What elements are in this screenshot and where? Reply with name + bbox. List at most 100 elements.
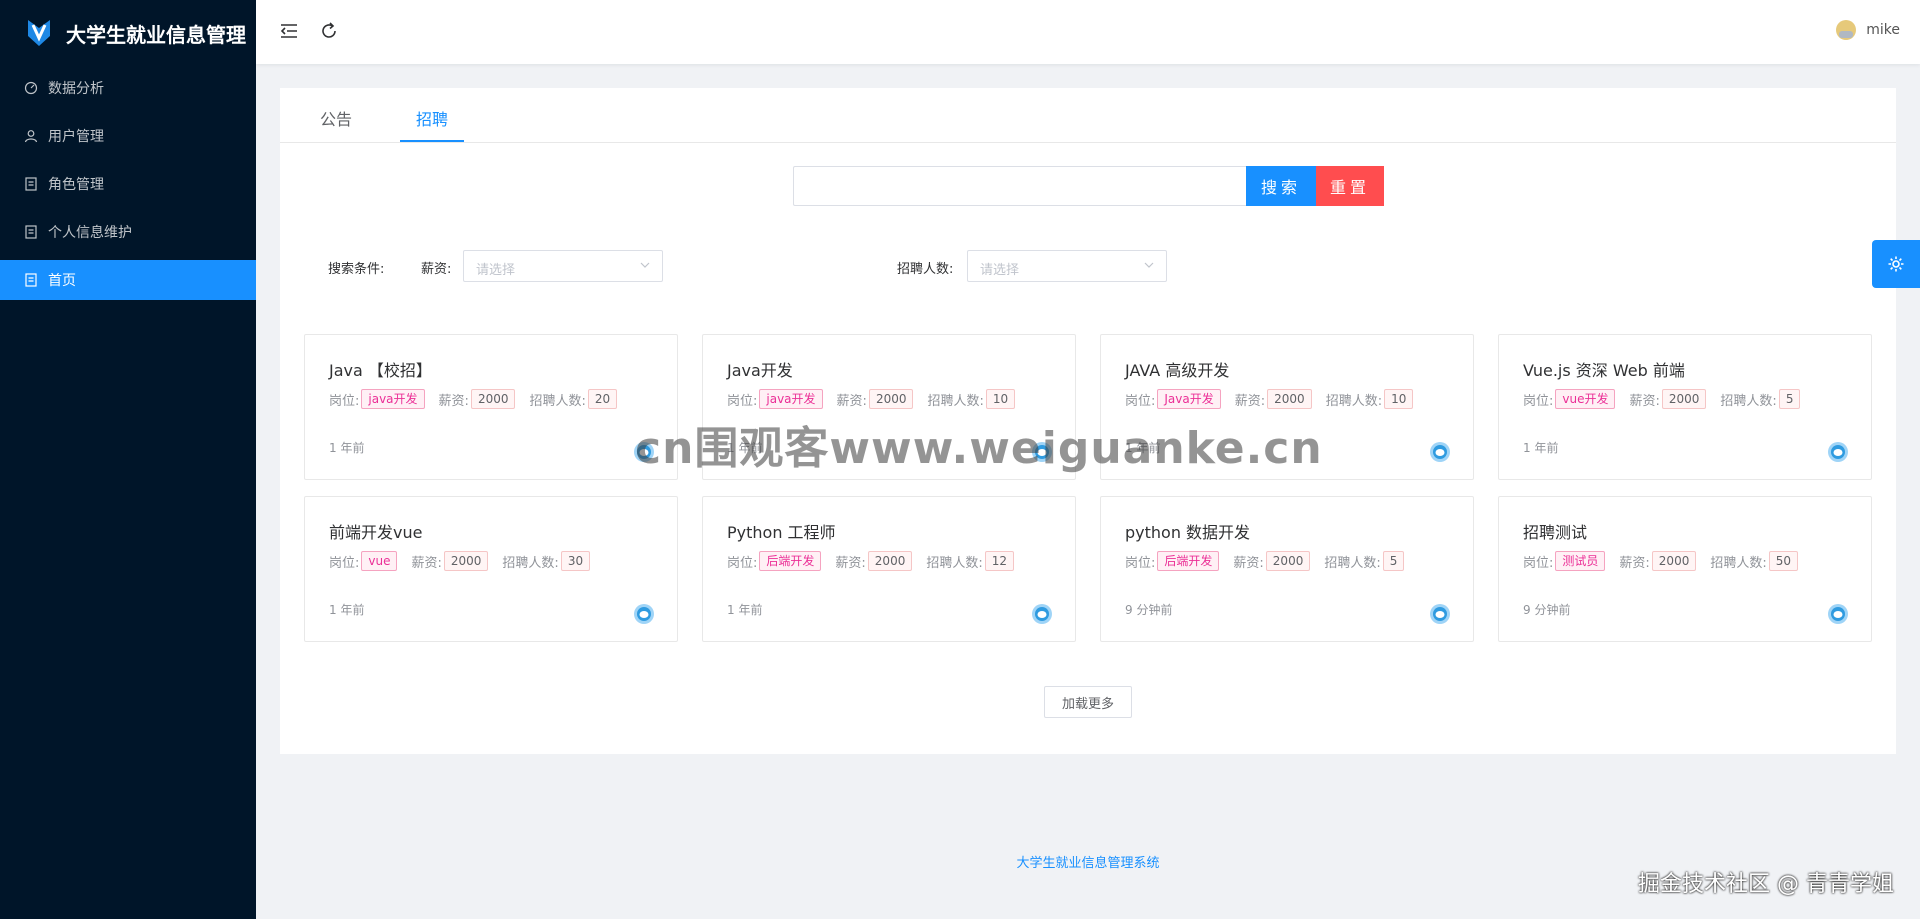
sidebar-menu: 数据分析 用户管理 角色管理 个人信息维护 首页 bbox=[0, 68, 256, 300]
tab-active-indicator bbox=[400, 140, 464, 142]
job-title[interactable]: Vue.js 资深 Web 前端 bbox=[1523, 357, 1847, 381]
job-meta: 岗位: java开发 薪资: 2000 招聘人数: 10 bbox=[727, 389, 1051, 409]
tab-announcement[interactable]: 公告 bbox=[320, 106, 352, 130]
job-meta: 岗位: Java开发 薪资: 2000 招聘人数: 10 bbox=[1125, 389, 1449, 409]
post-time: 1 年前 bbox=[329, 603, 365, 617]
dashboard-icon bbox=[24, 81, 38, 95]
post-time: 9 分钟前 bbox=[1523, 603, 1571, 617]
salary-select-placeholder: 请选择 bbox=[476, 263, 516, 278]
salary-label: 薪资: bbox=[835, 555, 866, 571]
count-label: 招聘人数: bbox=[1720, 393, 1777, 409]
sidebar-item-label: 个人信息维护 bbox=[48, 225, 132, 241]
salary-label: 薪资: bbox=[836, 393, 867, 409]
position-tag: java开发 bbox=[759, 389, 823, 409]
company-avatar-icon bbox=[1828, 604, 1848, 624]
position-tag: vue开发 bbox=[1555, 389, 1616, 409]
count-label: 招聘人数: bbox=[927, 393, 984, 409]
user-icon bbox=[24, 129, 38, 143]
position-tag: Java开发 bbox=[1157, 389, 1221, 409]
sidebar-item-role-management[interactable]: 角色管理 bbox=[0, 164, 256, 204]
count-select[interactable]: 请选择 bbox=[967, 250, 1167, 282]
chevron-down-icon bbox=[1144, 262, 1154, 268]
salary-label: 薪资: bbox=[1233, 555, 1264, 571]
settings-button[interactable] bbox=[1872, 240, 1920, 288]
job-title[interactable]: 前端开发vue bbox=[329, 519, 653, 543]
salary-label: 薪资: bbox=[1234, 393, 1266, 409]
sidebar-item-home[interactable]: 首页 bbox=[0, 260, 256, 300]
position-tag: java开发 bbox=[361, 389, 425, 409]
chevron-down-icon bbox=[640, 262, 650, 268]
job-card[interactable]: 招聘测试 岗位: 测试员 薪资: 2000 招聘人数: 50 9 分钟前 bbox=[1498, 496, 1872, 642]
sidebar-item-user-management[interactable]: 用户管理 bbox=[0, 116, 256, 156]
search-input[interactable] bbox=[793, 166, 1246, 206]
post-time: 9 分钟前 bbox=[1125, 603, 1173, 617]
job-card[interactable]: python 数据开发岗位: 后端开发 薪资: 2000 招聘人数: 5 9 分钟前 bbox=[1100, 496, 1474, 642]
position-label: 岗位: bbox=[727, 555, 758, 571]
salary-tag: 2000 bbox=[1651, 551, 1697, 571]
count-tag: 20 bbox=[587, 389, 618, 409]
job-meta: 岗位: 后端开发 薪资: 2000 招聘人数: 12 bbox=[727, 551, 1051, 571]
sidebar-item-label: 首页 bbox=[48, 273, 76, 289]
logo-icon bbox=[28, 20, 50, 46]
salary-label: 薪资: bbox=[438, 393, 469, 409]
menu-fold-icon[interactable] bbox=[278, 20, 300, 42]
tab-bar: 公告 招聘 bbox=[280, 88, 1896, 143]
position-label: 岗位: bbox=[1523, 393, 1554, 409]
job-card[interactable]: Vue.js 资深 Web 前端 岗位: vue开发 薪资: 2000 招聘人数: 5 1 年… bbox=[1498, 334, 1872, 480]
job-card[interactable]: Java 【校招】 岗位: java开发 薪资: 2000 招聘人数: 20 1 年前 bbox=[304, 334, 678, 480]
job-card[interactable]: Python 工程师岗位: 后端开发 薪资: 2000 招聘人数: 12 1 年前 bbox=[702, 496, 1076, 642]
watermark: cn围观客www.weiguanke.cn bbox=[635, 423, 1323, 474]
job-title[interactable]: python 数据开发 bbox=[1125, 519, 1449, 543]
load-more-button[interactable]: 加载更多 bbox=[1044, 686, 1132, 718]
position-tag: 测试员 bbox=[1555, 551, 1606, 571]
job-card[interactable]: 前端开发vue 岗位: vue 薪资: 2000 招聘人数: 30 1 年前 bbox=[304, 496, 678, 642]
count-label: 招聘人数: bbox=[529, 393, 586, 409]
refresh-icon[interactable] bbox=[318, 20, 340, 42]
salary-tag: 2000 bbox=[868, 389, 914, 409]
tab-recruitment[interactable]: 招聘 bbox=[416, 106, 448, 130]
logo[interactable]: 大学生就业信息管理 bbox=[0, 0, 256, 66]
company-avatar-icon bbox=[634, 604, 654, 624]
sidebar-item-data-analysis[interactable]: 数据分析 bbox=[0, 68, 256, 108]
salary-filter-label: 薪资: bbox=[421, 262, 452, 277]
position-tag: 后端开发 bbox=[1157, 551, 1220, 571]
salary-select[interactable]: 请选择 bbox=[463, 250, 663, 282]
company-avatar-icon bbox=[1032, 604, 1052, 624]
salary-tag: 2000 bbox=[867, 551, 913, 571]
job-meta: 岗位: vue 薪资: 2000 招聘人数: 30 bbox=[329, 551, 653, 571]
job-card-grid: Java 【校招】 岗位: java开发 薪资: 2000 招聘人数: 20 1 年前 Java… bbox=[304, 334, 1872, 642]
job-title[interactable]: JAVA 高级开发 bbox=[1125, 357, 1449, 381]
salary-tag: 2000 bbox=[470, 389, 516, 409]
count-tag: 12 bbox=[984, 551, 1015, 571]
job-title[interactable]: Java 【校招】 bbox=[329, 357, 653, 381]
job-title[interactable]: Python 工程师 bbox=[727, 519, 1051, 543]
position-tag: vue bbox=[361, 551, 398, 571]
post-time: 1 年前 bbox=[727, 603, 763, 617]
count-tag: 5 bbox=[1382, 551, 1405, 571]
count-tag: 50 bbox=[1768, 551, 1799, 571]
user-menu[interactable]: mike bbox=[1836, 20, 1900, 40]
position-label: 岗位: bbox=[727, 393, 758, 409]
company-avatar-icon bbox=[1430, 442, 1450, 462]
count-label: 招聘人数: bbox=[1710, 555, 1767, 571]
search-bar: 搜索 重置 bbox=[793, 166, 1384, 206]
count-filter-label: 招聘人数: bbox=[897, 262, 954, 277]
count-tag: 5 bbox=[1778, 389, 1801, 409]
app-title: 大学生就业信息管理 bbox=[66, 22, 246, 47]
filter-bar: 搜索条件: 薪资: 请选择 招聘人数: 请选择 bbox=[280, 250, 1896, 284]
corner-watermark: 掘金技术社区 @ 青青学姐 bbox=[1638, 872, 1894, 897]
document-icon bbox=[24, 273, 38, 287]
job-meta: 岗位: java开发 薪资: 2000 招聘人数: 20 bbox=[329, 389, 653, 409]
company-avatar-icon bbox=[1828, 442, 1848, 462]
sidebar: 大学生就业信息管理 数据分析 用户管理 角色管理 个人信息维护 首页 bbox=[0, 0, 256, 919]
reset-button[interactable]: 重置 bbox=[1316, 166, 1384, 206]
job-meta: 岗位: 后端开发 薪资: 2000 招聘人数: 5 bbox=[1125, 551, 1449, 571]
salary-label: 薪资: bbox=[1629, 393, 1660, 409]
job-title[interactable]: 招聘测试 bbox=[1523, 519, 1847, 543]
sidebar-item-profile[interactable]: 个人信息维护 bbox=[0, 212, 256, 252]
count-label: 招聘人数: bbox=[926, 555, 983, 571]
search-button[interactable]: 搜索 bbox=[1246, 166, 1316, 206]
count-label: 招聘人数: bbox=[502, 555, 559, 571]
position-tag: 后端开发 bbox=[759, 551, 822, 571]
job-title[interactable]: Java开发 bbox=[727, 357, 1051, 381]
